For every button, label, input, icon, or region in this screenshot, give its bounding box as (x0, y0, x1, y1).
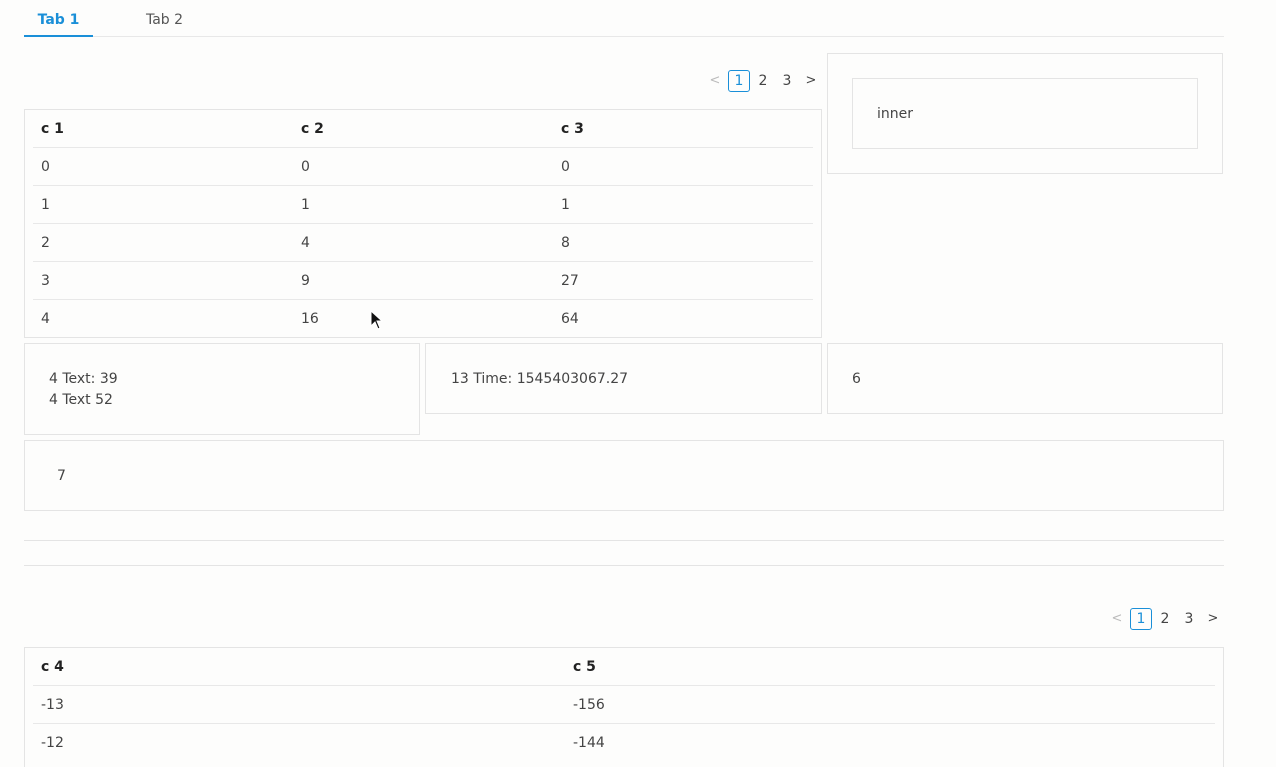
inner-panel: inner (852, 78, 1198, 149)
seven-card: 7 (24, 440, 1224, 511)
table-cell: 8 (553, 223, 813, 262)
table-cell: 0 (33, 147, 293, 186)
column-header-c5[interactable]: c 5 (565, 648, 1215, 686)
table-cell: -13 (33, 685, 565, 724)
tab-2[interactable]: Tab 2 (130, 0, 199, 36)
inner-text: inner (877, 106, 914, 122)
column-header-c3[interactable]: c 3 (553, 110, 813, 148)
text-card: 4 Text: 39 4 Text 52 (24, 343, 420, 435)
outer-panel: inner (827, 53, 1223, 174)
table-row: -13 -156 (33, 685, 1215, 724)
table-cell: 2 (33, 223, 293, 262)
six-card: 6 (827, 343, 1223, 414)
table-cell: 64 (561, 310, 579, 327)
page-2-button[interactable]: 2 (752, 70, 774, 92)
page-3-button[interactable]: 3 (1178, 608, 1200, 630)
page-1-button[interactable]: 1 (728, 70, 750, 92)
table-cell: -144 (573, 734, 605, 751)
table-cell: -12 (41, 734, 64, 751)
divider (24, 565, 1224, 566)
page-2-button[interactable]: 2 (1154, 608, 1176, 630)
table-cell: 0 (293, 147, 553, 186)
seven-card-text: 7 (57, 468, 66, 484)
table-row: 3 9 27 (33, 261, 813, 300)
prev-page-button[interactable]: < (704, 70, 726, 92)
mouse-cursor-icon (370, 310, 384, 330)
table-cell: 4 (41, 310, 50, 327)
table-cell: 9 (293, 261, 553, 300)
table-row: 0 0 0 (33, 147, 813, 186)
pagination-bottom: < 1 2 3 > (1106, 607, 1226, 631)
table-row: 2 4 8 (33, 223, 813, 262)
divider (24, 540, 1224, 541)
table-row: -12 -144 (33, 724, 1215, 762)
text-card-line-1: 4 Text: 39 (49, 371, 118, 387)
page-1-button[interactable]: 1 (1130, 608, 1152, 630)
prev-page-button[interactable]: < (1106, 608, 1128, 630)
tab-1[interactable]: Tab 1 (24, 0, 93, 37)
text-card-line-2: 4 Text 52 (49, 392, 113, 408)
table-cell: 1 (553, 185, 813, 224)
data-table-2: c 4 c 5 -13 -156 -12 -144 (33, 648, 1215, 761)
table-cell: 0 (553, 147, 813, 186)
time-card-text: 13 Time: 1545403067.27 (451, 371, 629, 387)
table-row: 4 16 64 (33, 300, 813, 338)
table-cell: -156 (565, 685, 1215, 724)
table-1-panel: c 1 c 2 c 3 0 0 0 1 1 1 2 4 8 3 9 27 4 1… (24, 109, 822, 338)
table-cell: 1 (33, 185, 293, 224)
table-cell: 3 (33, 261, 293, 300)
column-header-c1[interactable]: c 1 (33, 110, 293, 148)
six-card-text: 6 (852, 371, 861, 387)
table-cell: 4 (293, 223, 553, 262)
table-2-panel: c 4 c 5 -13 -156 -12 -144 (24, 647, 1224, 767)
column-header-c2[interactable]: c 2 (293, 110, 553, 148)
table-row: 1 1 1 (33, 185, 813, 224)
tab-bar: Tab 1 Tab 2 (24, 0, 1224, 37)
pagination-top: < 1 2 3 > (704, 69, 824, 93)
table-cell: 27 (553, 261, 813, 300)
table-cell: 16 (301, 310, 319, 327)
data-table-1: c 1 c 2 c 3 0 0 0 1 1 1 2 4 8 3 9 27 4 1… (33, 110, 813, 337)
next-page-button[interactable]: > (800, 70, 822, 92)
table-cell: 1 (293, 185, 553, 224)
column-header-c4[interactable]: c 4 (33, 648, 565, 686)
next-page-button[interactable]: > (1202, 608, 1224, 630)
table-header-row: c 4 c 5 (33, 648, 1215, 686)
page-3-button[interactable]: 3 (776, 70, 798, 92)
table-header-row: c 1 c 2 c 3 (33, 110, 813, 148)
time-card: 13 Time: 1545403067.27 (425, 343, 822, 414)
